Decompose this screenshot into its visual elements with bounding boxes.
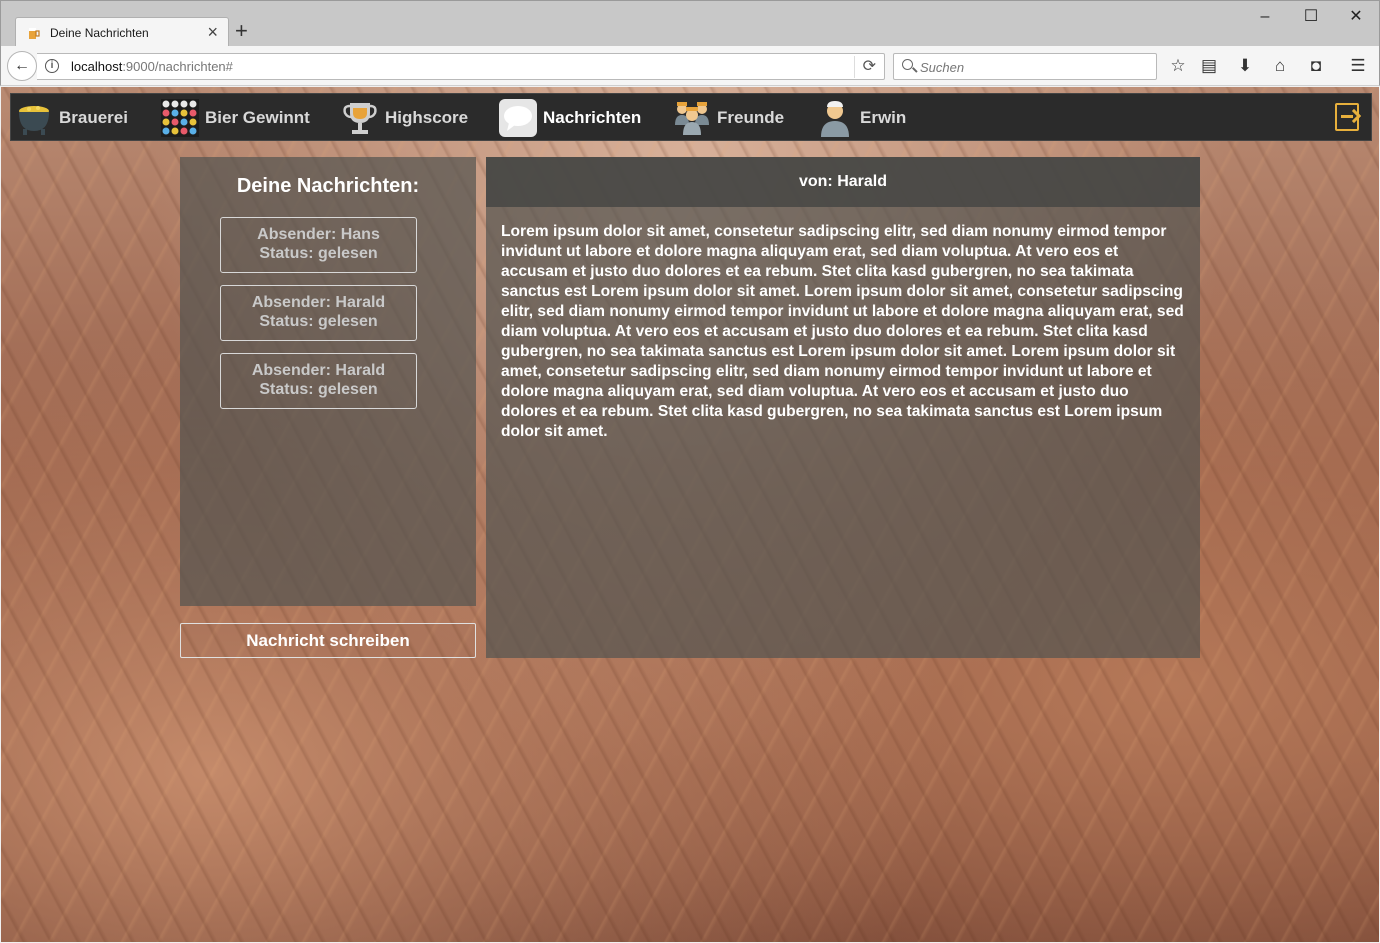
nav-label: Brauerei [59, 108, 128, 127]
window-close-icon[interactable]: ✕ [1334, 5, 1378, 29]
message-from-header: von: Harald [486, 157, 1200, 207]
beer-favicon-icon [29, 28, 40, 39]
friends-icon [675, 102, 709, 135]
nav-label: Bier Gewinnt [205, 108, 310, 127]
message-status: Status: gelesen [259, 381, 378, 398]
home-icon[interactable]: ⌂ [1269, 55, 1291, 77]
info-icon[interactable]: i [45, 59, 59, 73]
nav-item-freunde[interactable]: Freunde [673, 94, 784, 142]
back-arrow-icon[interactable]: ← [7, 51, 37, 81]
message-status: Status: gelesen [259, 245, 378, 262]
tab-close-icon[interactable]: × [207, 22, 218, 42]
game-grid-icon [161, 99, 199, 137]
message-status: Status: gelesen [259, 313, 378, 330]
message-sender: Absender: Harald [251, 294, 386, 311]
reading-list-icon[interactable]: ▤ [1198, 55, 1220, 77]
speech-bubble-icon [499, 99, 537, 137]
message-list-item[interactable]: Absender: Hans Status: gelesen [220, 217, 417, 273]
message-sender: Absender: Hans [257, 226, 380, 243]
message-list-item[interactable]: Absender: Harald Status: gelesen [220, 285, 417, 341]
inbox-title: Deine Nachrichten: [236, 175, 420, 197]
browser-titlebar: Deine Nachrichten × + – ☐ ✕ [0, 0, 1380, 47]
app-navigation: Brauerei Bier Gewinnt Highscore Nachrich… [10, 93, 1372, 141]
user-icon [821, 101, 849, 137]
bookmark-star-icon[interactable]: ☆ [1167, 55, 1189, 77]
write-message-button[interactable]: Nachricht schreiben [180, 623, 476, 658]
url-bar[interactable]: i localhost:9000/nachrichten# ⟳ [37, 53, 885, 80]
url-text[interactable]: localhost:9000/nachrichten# [71, 59, 233, 74]
search-placeholder: Suchen [920, 60, 965, 75]
page-viewport: Brauerei Bier Gewinnt Highscore Nachrich… [1, 87, 1379, 942]
nav-label: Nachrichten [543, 108, 642, 127]
message-list-item[interactable]: Absender: Harald Status: gelesen [220, 353, 417, 409]
pocket-icon[interactable]: ◘ [1305, 55, 1327, 77]
nav-label: Highscore [385, 108, 469, 127]
nav-item-bier-gewinnt[interactable]: Bier Gewinnt [161, 94, 310, 142]
search-input[interactable]: Suchen [893, 53, 1157, 80]
reload-icon[interactable]: ⟳ [853, 56, 876, 78]
browser-toolbar: ← i localhost:9000/nachrichten# ⟳ Suchen… [0, 46, 1380, 86]
tab-title: Deine Nachrichten [50, 26, 149, 40]
nav-item-brauerei[interactable]: Brauerei [15, 94, 128, 142]
nav-label: Erwin [860, 108, 907, 127]
logout-icon[interactable] [1335, 103, 1359, 131]
menu-hamburger-icon[interactable]: ☰ [1347, 55, 1369, 77]
nav-item-nachrichten[interactable]: Nachrichten [499, 94, 641, 142]
download-icon[interactable]: ⬇ [1234, 55, 1256, 77]
nav-label: Freunde [717, 108, 785, 127]
message-reader: von: Harald Lorem ipsum dolor sit amet, … [486, 157, 1200, 658]
inbox-panel: Deine Nachrichten: Absender: Hans Status… [180, 157, 476, 606]
cauldron-icon [19, 106, 49, 135]
new-tab-plus-icon[interactable]: + [235, 19, 248, 43]
message-sender: Absender: Harald [251, 362, 386, 379]
trophy-icon [343, 103, 377, 134]
browser-tab[interactable]: Deine Nachrichten × [15, 17, 229, 47]
minimize-icon[interactable]: – [1243, 5, 1287, 29]
maximize-icon[interactable]: ☐ [1289, 5, 1333, 29]
search-icon [902, 59, 913, 70]
message-body: Lorem ipsum dolor sit amet, consetetur s… [501, 223, 1184, 440]
nav-item-erwin[interactable]: Erwin [816, 94, 906, 142]
nav-item-highscore[interactable]: Highscore [341, 94, 468, 142]
